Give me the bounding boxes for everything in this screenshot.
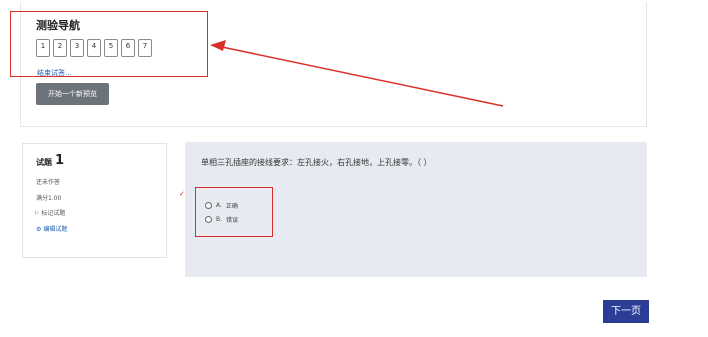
flag-question-link[interactable]: ⚐ 标记试题 xyxy=(34,208,65,217)
flag-question-label: 标记试题 xyxy=(41,210,66,217)
question-number: 1 xyxy=(55,153,65,168)
edit-question-label: 编辑试题 xyxy=(43,226,68,233)
question-label: 试题 xyxy=(36,158,52,167)
question-text: 单相三孔插座的接线要求：左孔接火，右孔接地，上孔接零。（ ） xyxy=(201,158,432,167)
edit-question-link[interactable]: ⚙ 编辑试题 xyxy=(36,224,67,233)
annotation-highlight-box-options xyxy=(195,187,273,237)
question-score: 满分1.00 xyxy=(36,195,62,202)
gear-icon: ⚙ xyxy=(36,226,42,233)
question-status: 还未作答 xyxy=(36,179,61,186)
flag-icon: ⚐ xyxy=(34,210,40,217)
next-page-button[interactable]: 下一页 xyxy=(603,300,649,323)
small-check-icon: ✓ xyxy=(179,190,185,198)
